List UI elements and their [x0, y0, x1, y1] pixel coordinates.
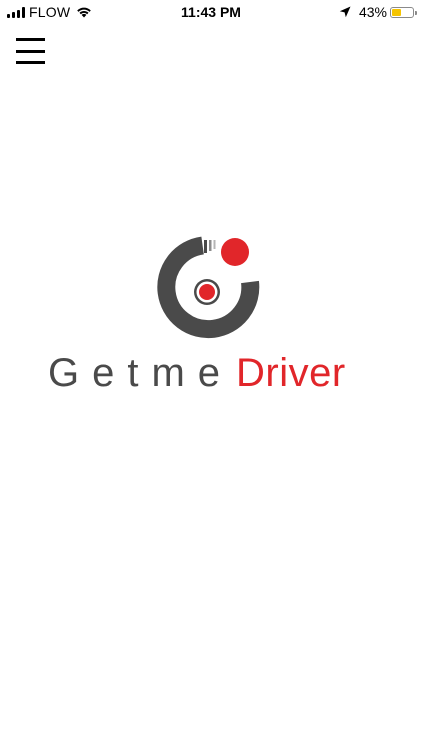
- menu-line: [16, 49, 45, 53]
- battery-percent: 43%: [358, 4, 387, 20]
- location-arrow-icon: [339, 6, 351, 18]
- status-right: 43%: [339, 4, 417, 20]
- app-logo: GetmeDriver: [40, 232, 380, 402]
- battery-icon: [390, 6, 417, 18]
- logo-text: GetmeDriver: [48, 351, 346, 395]
- logo-word-getme: Getme: [48, 351, 234, 395]
- logo-mark-icon: [157, 236, 260, 339]
- hamburger-menu-icon[interactable]: [16, 36, 46, 66]
- logo-word-driver: Driver: [236, 351, 346, 395]
- menu-line: [16, 38, 45, 41]
- battery-fill: [392, 8, 401, 16]
- menu-line: [16, 61, 45, 64]
- status-bar: FLOW 11:43 PM 43%: [0, 0, 422, 24]
